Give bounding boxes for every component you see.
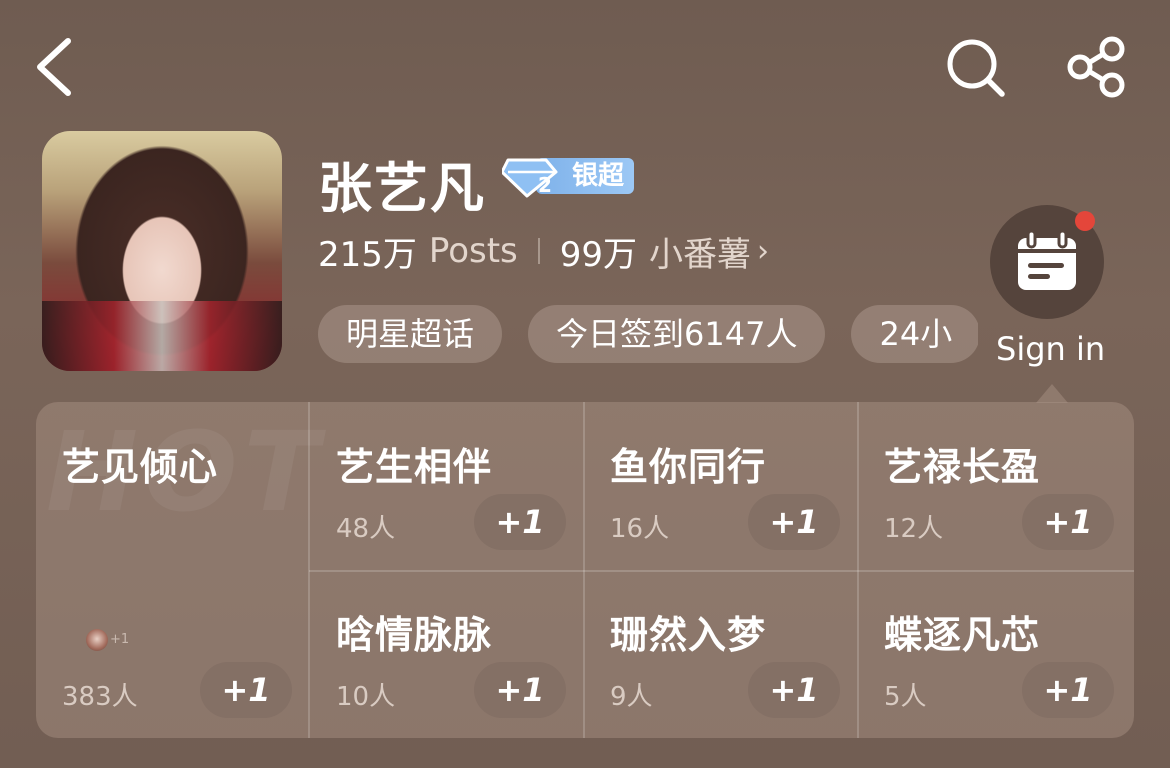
group-count: 16人 [610,514,670,544]
group-join-button[interactable]: +1 [1022,662,1114,718]
chip-24h[interactable]: 24小 [851,305,978,363]
share-button[interactable] [1064,36,1128,98]
member-avatar [86,629,108,651]
group-join-button[interactable]: +1 [474,662,566,718]
panel-pointer [1036,384,1068,403]
group-name[interactable]: 艺生相伴 [336,436,492,491]
group-count: 10人 [336,682,396,712]
fans-link[interactable]: 99万 小番薯 › [560,227,769,276]
member-avatar-extra: +1 [110,632,130,647]
group-count: 12人 [884,514,944,544]
chip-category[interactable]: 明星超话 [318,305,503,363]
back-button[interactable] [30,35,80,99]
search-icon [947,39,1005,97]
featured-group-count: 383人 [62,682,138,712]
group-name[interactable]: 蝶逐凡芯 [884,604,1040,659]
sign-in-label[interactable]: Sign in [996,330,1105,368]
featured-join-button[interactable]: +1 [200,662,292,718]
tag-chip-row: 明星超话 今日签到6147人 24小 [318,305,978,365]
group-name[interactable]: 鱼你同行 [610,436,766,491]
fans-label: 小番薯 [649,234,752,275]
rank-level: 2 [538,173,552,197]
diamond-icon: 2 [502,158,558,198]
posts-count: 215万 [318,234,417,275]
group-join-button[interactable]: +1 [1022,494,1114,550]
group-name[interactable]: 艺禄长盈 [884,436,1040,491]
stats-row: 215万 Posts 99万 小番薯 › [318,227,769,276]
group-join-button[interactable]: +1 [474,494,566,550]
group-name[interactable]: 晗情脉脉 [336,604,492,659]
community-avatar[interactable] [42,131,282,371]
group-count: 9人 [610,682,653,712]
avatar-collar-decor [42,301,282,371]
group-join-button[interactable]: +1 [748,662,840,718]
featured-group-name[interactable]: 艺见倾心 [62,436,218,491]
share-icon [1067,36,1125,98]
group-count: 5人 [884,682,927,712]
chevron-left-icon [37,38,71,96]
grid-divider [309,570,1134,572]
chevron-right-icon: › [757,233,770,269]
posts-label: Posts [428,231,518,271]
group-name[interactable]: 珊然入梦 [610,604,766,659]
group-join-button[interactable]: +1 [748,494,840,550]
chip-checkin-count[interactable]: 今日签到6147人 [528,305,826,363]
search-button[interactable] [942,36,1008,98]
community-title: 张艺凡 [318,157,486,220]
rank-badge[interactable]: 银超 2 [502,154,634,198]
fans-count: 99万 [559,234,638,275]
stats-divider [537,238,540,264]
notification-dot [1075,211,1095,231]
group-count: 48人 [336,514,396,544]
